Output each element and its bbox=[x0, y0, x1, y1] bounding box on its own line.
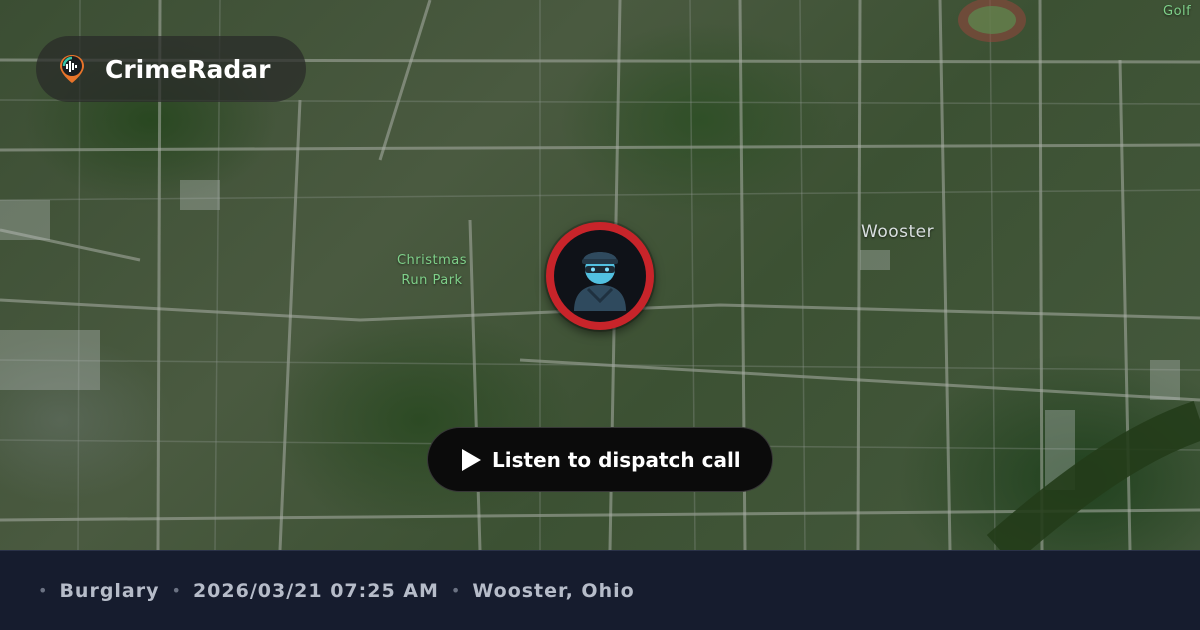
incident-info-bar: • Burglary • 2026/03/21 07:25 AM • Woost… bbox=[0, 550, 1200, 630]
golf-label: Golf bbox=[1163, 4, 1192, 19]
separator-dot: • bbox=[171, 581, 181, 600]
separator-dot: • bbox=[38, 581, 48, 600]
play-icon bbox=[460, 448, 482, 472]
incident-marker[interactable] bbox=[546, 222, 654, 330]
satellite-map: Christmas Run Park Wooster Golf CrimeRad… bbox=[0, 0, 1200, 550]
crime-type: Burglary bbox=[59, 579, 160, 602]
city-label: Wooster bbox=[861, 222, 935, 242]
park-label-line2: Run Park bbox=[401, 273, 463, 288]
separator-dot: • bbox=[450, 581, 461, 600]
listen-dispatch-label: Listen to dispatch call bbox=[492, 447, 741, 472]
marker-inner bbox=[554, 230, 646, 322]
incident-location: Wooster, Ohio bbox=[472, 579, 635, 602]
burglar-icon bbox=[574, 252, 626, 311]
brand-badge: CrimeRadar bbox=[36, 36, 306, 102]
park-label-line1: Christmas bbox=[396, 253, 468, 268]
app-name: CrimeRadar bbox=[105, 54, 271, 84]
incident-datetime: 2026/03/21 07:25 AM bbox=[192, 579, 439, 602]
radar-pin-icon bbox=[56, 53, 88, 85]
listen-dispatch-button[interactable]: Listen to dispatch call bbox=[427, 427, 773, 492]
park-label: Christmas Run Park bbox=[394, 251, 470, 291]
